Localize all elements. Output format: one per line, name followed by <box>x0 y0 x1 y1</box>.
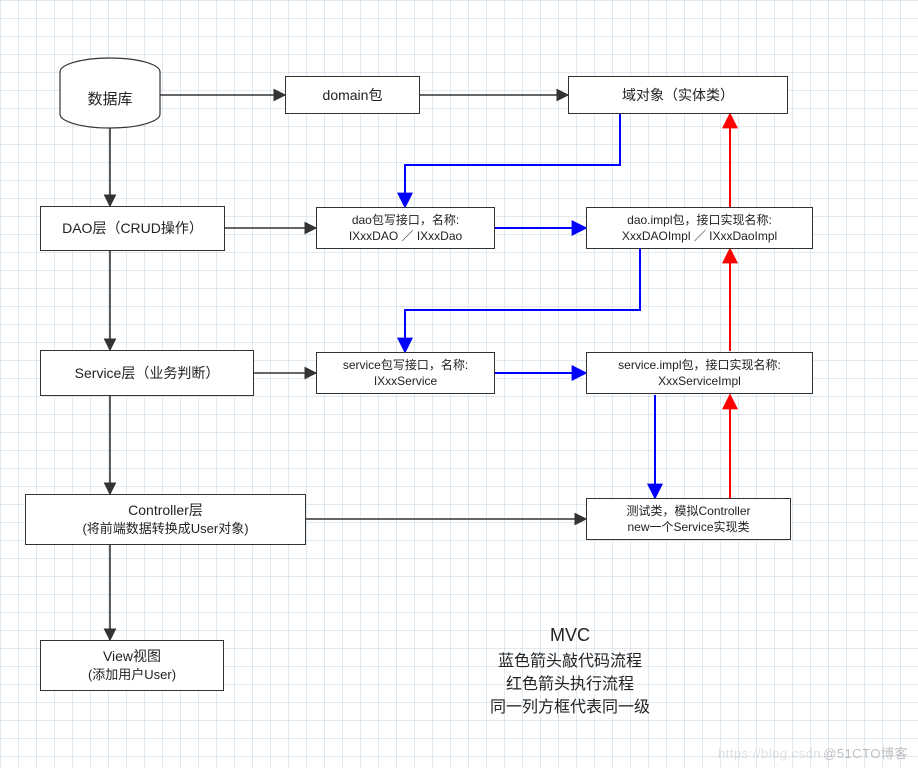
dao-if-line2: IXxxDAO ／ IXxxDao <box>349 228 462 244</box>
controller-line1: Controller层 <box>82 501 248 520</box>
test-line1: 测试类，模拟Controller <box>626 503 750 519</box>
node-service-impl: service.impl包，接口实现名称: XxxServiceImpl <box>586 352 813 394</box>
dao-impl-line2: XxxDAOImpl ／ IXxxDaoImpl <box>622 228 777 244</box>
watermark-faint: https://blog.csdn <box>718 746 821 761</box>
node-db-label: 数据库 <box>87 88 132 109</box>
node-entity: 域对象（实体类） <box>568 76 788 114</box>
watermark-text: @51CTO博客 <box>823 746 908 761</box>
test-line2: new一个Service实现类 <box>626 519 750 535</box>
node-service-layer-label: Service层（业务判断） <box>75 364 220 383</box>
node-dao-layer-label: DAO层（CRUD操作） <box>62 219 203 238</box>
node-dao-interface: dao包写接口，名称: IXxxDAO ／ IXxxDao <box>316 207 495 249</box>
node-service-interface: service包写接口，名称: IXxxService <box>316 352 495 394</box>
node-entity-label: 域对象（实体类） <box>622 86 734 105</box>
legend-blue: 蓝色箭头敲代码流程 <box>420 650 720 673</box>
diagram-canvas: 数据库 domain包 域对象（实体类） DAO层（CRUD操作） dao包写接… <box>0 0 918 768</box>
node-db: 数据库 <box>60 70 160 126</box>
legend-title: MVC <box>420 622 720 648</box>
view-line1: View视图 <box>88 647 176 666</box>
watermark: https://blog.csdn@51CTO博客 <box>718 743 908 762</box>
node-dao-impl: dao.impl包，接口实现名称: XxxDAOImpl ／ IXxxDaoIm… <box>586 207 813 249</box>
node-domain-label: domain包 <box>323 86 383 105</box>
node-test: 测试类，模拟Controller new一个Service实现类 <box>586 498 791 540</box>
service-if-line2: IXxxService <box>343 373 468 389</box>
node-service-layer: Service层（业务判断） <box>40 350 254 396</box>
node-view: View视图 (添加用户User) <box>40 640 224 691</box>
legend-red: 红色箭头执行流程 <box>420 673 720 696</box>
node-domain: domain包 <box>285 76 420 114</box>
legend-same: 同一列方框代表同一级 <box>420 696 720 719</box>
service-if-line1: service包写接口，名称: <box>343 357 468 373</box>
controller-line2: (将前端数据转换成User对象) <box>82 520 248 538</box>
legend: MVC 蓝色箭头敲代码流程 红色箭头执行流程 同一列方框代表同一级 <box>420 622 720 720</box>
view-line2: (添加用户User) <box>88 666 176 684</box>
service-impl-line1: service.impl包，接口实现名称: <box>618 357 781 373</box>
service-impl-line2: XxxServiceImpl <box>618 373 781 389</box>
node-controller: Controller层 (将前端数据转换成User对象) <box>25 494 306 545</box>
dao-if-line1: dao包写接口，名称: <box>349 212 462 228</box>
node-dao-layer: DAO层（CRUD操作） <box>40 206 225 251</box>
dao-impl-line1: dao.impl包，接口实现名称: <box>622 212 777 228</box>
